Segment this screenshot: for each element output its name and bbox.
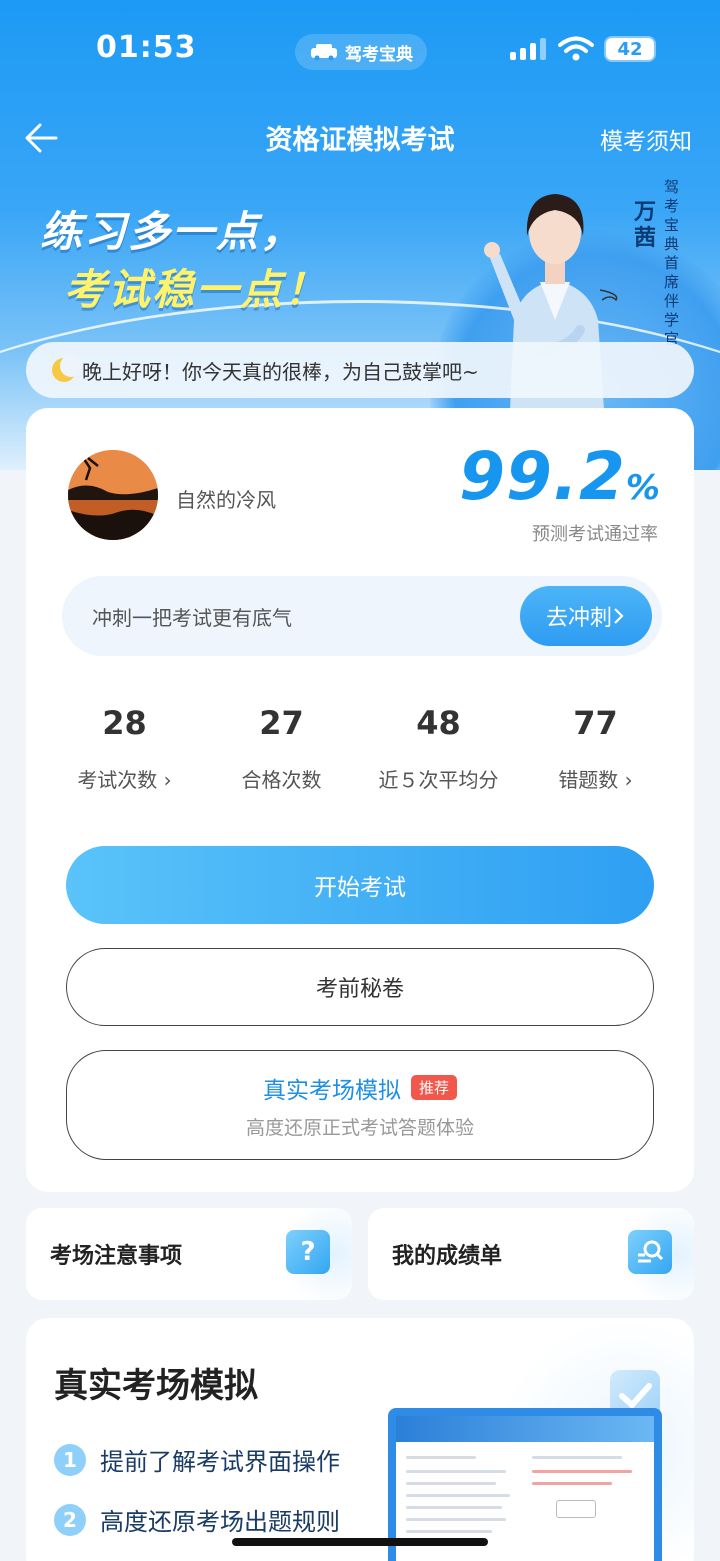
app-name: 驾考宝典 (345, 44, 413, 65)
start-exam-button[interactable]: 开始考试 (66, 846, 654, 924)
moon-icon (52, 355, 82, 382)
sprint-bar: 冲刺一把考试更有底气 去冲刺 (62, 576, 662, 656)
report-icon (628, 1230, 672, 1274)
signal-icon (510, 38, 546, 60)
stat-pass-count: 27 合格次数 (203, 704, 360, 793)
stat-label: 近５次平均分 (378, 768, 499, 792)
stat-wrong-count[interactable]: 77 错题数 › (517, 704, 674, 793)
pass-rate-value: 99.2 (459, 438, 626, 515)
pass-rate-unit: % (625, 468, 660, 508)
feature-item: 1 提前了解考试界面操作 (54, 1442, 340, 1477)
slogan-line-1: 练习多一点， (40, 207, 305, 256)
stat-exam-count[interactable]: 28 考试次数 › (46, 704, 203, 793)
sprint-text: 冲刺一把考试更有底气 (92, 606, 292, 630)
stat-average-score: 48 近５次平均分 (360, 704, 517, 793)
chevron-right-icon: › (157, 768, 172, 792)
car-icon (311, 44, 337, 61)
question-icon: ? (286, 1230, 330, 1274)
exam-notes-label: 考场注意事项 (50, 1244, 183, 1269)
battery-level: 42 (606, 38, 654, 60)
score-report-label: 我的成绩单 (392, 1244, 503, 1269)
stat-label: 合格次数 (241, 768, 322, 792)
secret-paper-button[interactable]: 考前秘卷 (66, 948, 654, 1026)
stats-row: 28 考试次数 › 27 合格次数 48 近５次平均分 77 错题数 › (46, 704, 674, 793)
pass-rate: 99.2% (459, 438, 660, 515)
home-indicator (232, 1538, 488, 1546)
feature-text: 提前了解考试界面操作 (100, 1448, 340, 1476)
recommend-badge: 推荐 (410, 1075, 457, 1100)
exam-notes-card[interactable]: 考场注意事项 ? (26, 1208, 352, 1300)
exam-summary-card: 自然的冷风 99.2% 预测考试通过率 冲刺一把考试更有底气 去冲刺 28 考试… (26, 408, 694, 1192)
wifi-icon (558, 36, 594, 61)
feature-number: 2 (54, 1503, 86, 1536)
hero-banner: 01:53 驾考宝典 42 资格证模拟考试 模考须知 练习多一点， 考试稳一点！… (0, 0, 720, 470)
nav-bar: 资格证模拟考试 模考须知 (0, 110, 720, 166)
feature-text: 高度还原考场出题规则 (100, 1508, 340, 1536)
stat-label: 错题数 (558, 768, 619, 792)
username: 自然的冷风 (176, 488, 276, 512)
pass-rate-label: 预测考试通过率 (532, 524, 658, 545)
sunset-lake-image (68, 450, 158, 540)
real-exam-subtitle: 高度还原正式考试答题体验 (245, 1116, 474, 1139)
exam-notice-link[interactable]: 模考须知 (600, 122, 692, 156)
exam-preview-header (396, 1416, 654, 1442)
stat-value: 48 (416, 704, 461, 742)
greeting-banner: 晚上好呀！你今天真的很棒，为自己鼓掌吧~ (26, 342, 694, 398)
spokesperson-name: 万茜 (634, 200, 657, 251)
score-report-card[interactable]: 我的成绩单 (368, 1208, 694, 1300)
stat-value: 77 (573, 704, 618, 742)
sprint-button[interactable]: 去冲刺 (520, 586, 652, 646)
chevron-right-icon (614, 608, 624, 624)
status-time: 01:53 (96, 30, 197, 65)
greeting-text: 晚上好呀！你今天真的很棒，为自己鼓掌吧~ (82, 359, 479, 384)
feature-item: 2 高度还原考场出题规则 (54, 1502, 340, 1537)
battery-icon: 42 (604, 36, 656, 62)
sprint-button-label: 去冲刺 (545, 606, 612, 631)
avatar[interactable] (68, 450, 158, 540)
spokesperson-title: 驾考宝典首席伴学官 (664, 178, 680, 348)
slogan-line-2: 考试稳一点！ (64, 265, 329, 314)
simulation-title: 真实考场模拟 (54, 1366, 258, 1406)
stat-value: 27 (259, 704, 304, 742)
status-bar: 01:53 驾考宝典 42 (0, 20, 720, 80)
simulation-intro-card: 真实考场模拟 1 提前了解考试界面操作 2 高度还原考场出题规则 (26, 1318, 694, 1561)
chevron-right-icon: › (618, 768, 633, 792)
real-exam-simulation-button[interactable]: 真实考场模拟 推荐 高度还原正式考试答题体验 (66, 1050, 654, 1160)
feature-number: 1 (54, 1443, 86, 1476)
stat-value: 28 (102, 704, 147, 742)
stat-label: 考试次数 (77, 768, 158, 792)
real-exam-title: 真实考场模拟 (262, 1077, 401, 1104)
app-indicator-pill: 驾考宝典 (295, 34, 427, 70)
